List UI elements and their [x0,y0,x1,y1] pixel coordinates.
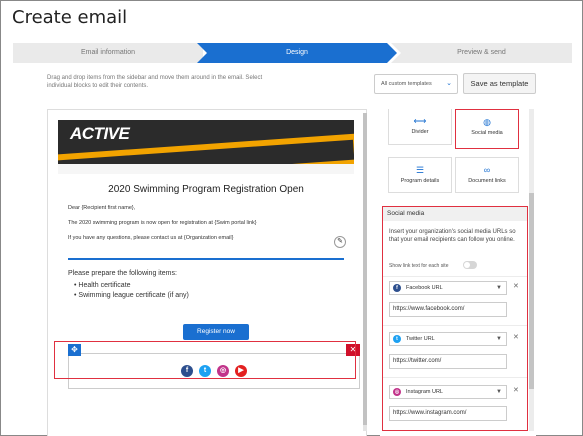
list-icon: ☰ [415,165,425,175]
remove-twitter-icon[interactable]: ✕ [513,333,519,341]
email-banner[interactable]: ACTIVE [58,120,354,164]
template-select[interactable]: All custom templates ⌄ [374,74,458,94]
list-item: Swimming league certificate (if any) [74,291,189,301]
email-divider[interactable] [68,258,344,260]
tile-label: Social media [471,130,503,136]
chevron-down-icon: ⌄ [446,80,452,87]
email-greeting[interactable]: Dear {Recipient first name}, [68,205,135,211]
divider [383,377,527,378]
twitter-url-input[interactable]: https://twitter.com/ [389,354,507,369]
tile-label: Program details [400,178,440,184]
page-title: Create email [12,7,128,28]
divider [383,325,527,326]
twitter-url-select[interactable]: t Twitter URL ▼ [389,332,507,346]
progress-steps: Email information Preview & send Design [13,43,572,63]
tile-label: Document links [468,178,506,184]
prepare-list[interactable]: Health certificate Swimming league certi… [74,281,189,301]
social-block-highlight [54,341,356,379]
network-name: Instagram URL [406,389,443,395]
facebook-icon: f [393,284,401,292]
caret-down-icon: ▼ [496,389,502,395]
caret-down-icon: ▼ [496,336,502,342]
remove-facebook-icon[interactable]: ✕ [513,282,519,290]
tile-divider[interactable]: ⟷ Divider [388,109,452,145]
register-now-button[interactable]: Register now [183,324,249,340]
social-media-panel: Social media Insert your organization's … [382,206,528,431]
list-item: Health certificate [74,281,189,291]
save-as-template-button[interactable]: Save as template [463,73,536,94]
prepare-text[interactable]: Please prepare the following items: [68,270,177,277]
show-link-text-toggle[interactable] [463,261,477,269]
tile-document-links[interactable]: ∞ Document links [455,157,519,193]
toggle-knob [464,262,470,268]
tile-social-media[interactable]: ◍ Social media [455,109,519,149]
instagram-url-select[interactable]: ◎ Instagram URL ▼ [389,385,507,399]
toggle-label: Show link text for each site [389,263,449,269]
facebook-url-input[interactable]: https://www.facebook.com/ [389,302,507,317]
panel-title: Social media [383,207,527,221]
globe-icon: ◍ [483,117,491,127]
twitter-icon: t [393,335,401,343]
banner-spacer [58,164,354,174]
email-paragraph-1[interactable]: The 2020 swimming program is now open fo… [68,220,257,226]
step-email-information[interactable]: Email information [13,43,203,63]
canvas-scrollbar[interactable] [363,113,367,431]
remove-instagram-icon[interactable]: ✕ [513,386,519,394]
tile-program-details[interactable]: ☰ Program details [388,157,452,193]
instagram-url-input[interactable]: https://www.instagram.com/ [389,406,507,421]
create-email-page: Create email Email information Preview &… [0,0,583,436]
template-select-value: All custom templates [381,81,432,87]
step-design[interactable]: Design [197,43,397,63]
instructions-text: Drag and drop items from the sidebar and… [47,75,263,89]
step-preview-send[interactable]: Preview & send [391,43,572,63]
facebook-url-select[interactable]: f Facebook URL ▼ [389,281,507,295]
scroll-thumb[interactable] [529,193,534,389]
email-body: ACTIVE 2020 Swimming Program Registratio… [58,120,360,436]
active-logo: ACTIVE [70,124,130,143]
instagram-icon: ◎ [393,388,401,396]
email-heading[interactable]: 2020 Swimming Program Registration Open [58,184,354,195]
caret-down-icon: ▼ [496,285,502,291]
divider-icon: ⟷ [413,116,427,126]
email-canvas: ACTIVE 2020 Swimming Program Registratio… [47,109,367,436]
sidebar-scrollbar[interactable] [529,109,534,431]
scroll-thumb[interactable] [363,113,367,425]
edit-pencil-icon[interactable]: ✎ [334,236,346,248]
link-icon: ∞ [483,165,491,175]
email-paragraph-2[interactable]: If you have any questions, please contac… [68,235,233,241]
divider [383,276,527,277]
network-name: Twitter URL [406,336,435,342]
tile-label: Divider [411,129,429,135]
panel-description: Insert your organization's social media … [389,229,516,243]
network-name: Facebook URL [406,285,443,291]
